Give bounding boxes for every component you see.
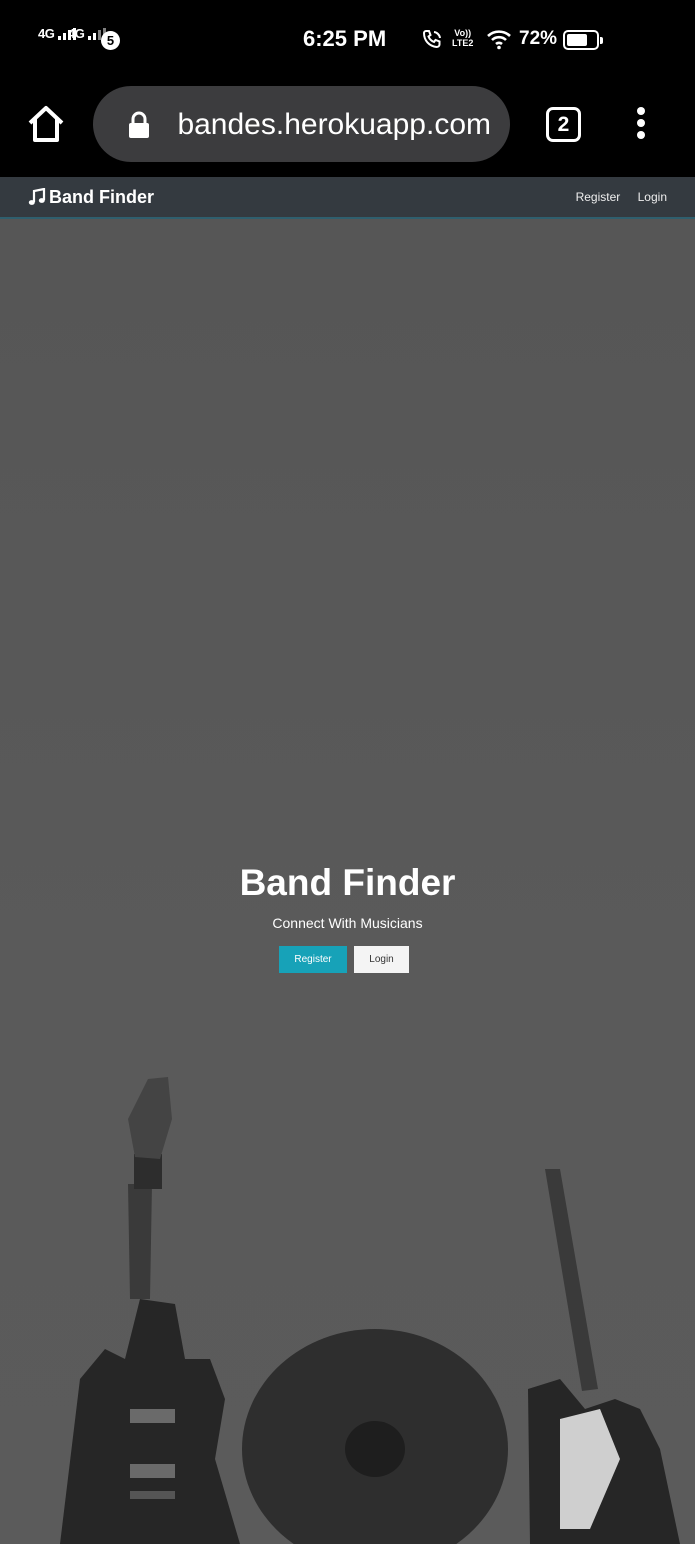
wifi-calling-icon — [422, 30, 441, 49]
music-note-icon — [28, 187, 46, 205]
hero-section: Band Finder Connect With Musicians Regis… — [0, 219, 695, 1544]
tab-switcher-button[interactable]: 2 — [546, 107, 581, 142]
hero-title: Band Finder — [239, 862, 456, 903]
network-type-label: 4G — [38, 26, 55, 41]
wifi-icon — [487, 30, 511, 50]
address-bar[interactable]: bandes.herokuapp.com — [93, 86, 510, 162]
overflow-menu-icon[interactable] — [630, 107, 652, 147]
url-value: bandes.herokuapp.com — [177, 108, 491, 141]
browser-toolbar: bandes.herokuapp.com 2 — [0, 80, 695, 177]
login-button[interactable]: Login — [354, 946, 409, 973]
network-type-label: 4G — [68, 26, 85, 41]
nav-login-link[interactable]: Login — [638, 190, 667, 204]
battery-icon — [563, 30, 603, 50]
volte-indicator: Vo)) LTE2 — [452, 28, 473, 48]
lte-label: LTE2 — [452, 38, 474, 48]
home-icon[interactable] — [26, 104, 66, 144]
clock: 6:25 PM — [303, 26, 387, 51]
navbar-brand[interactable]: Band Finder — [28, 187, 154, 208]
nav-links: Register Login — [562, 190, 667, 204]
instruments-background-image — [60, 1077, 680, 1544]
battery-percent: 72% — [519, 28, 558, 49]
lock-icon — [129, 111, 149, 138]
site-navbar: Band Finder Register Login — [0, 177, 695, 219]
status-bar: 4G 4G 5 6:25 PM Vo)) LTE2 72% — [0, 0, 695, 80]
hero-subtitle: Connect With Musicians — [272, 915, 423, 931]
brand-label: Band Finder — [49, 187, 155, 207]
register-button[interactable]: Register — [279, 946, 347, 973]
nav-register-link[interactable]: Register — [576, 190, 621, 204]
url-text[interactable]: bandes.herokuapp.com — [171, 105, 501, 145]
volte-label: Vo)) — [454, 28, 472, 38]
notification-count-badge: 5 — [101, 31, 120, 50]
